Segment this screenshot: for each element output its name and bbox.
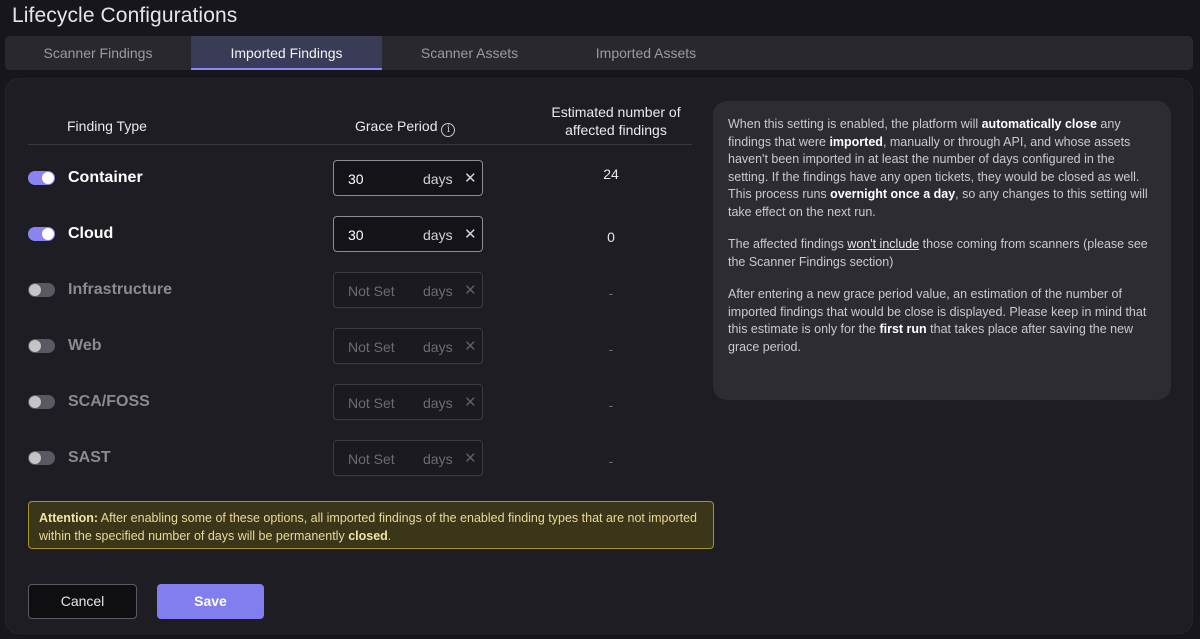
toggle-knob: [29, 396, 41, 408]
grace-unit: days: [423, 339, 453, 355]
grace-period-input-sca-foss[interactable]: Not Set days ✕: [333, 384, 483, 420]
estimate-cloud: 0: [607, 229, 615, 245]
grace-unit: days: [423, 395, 453, 411]
estimate-infrastructure: -: [608, 285, 614, 301]
row-cloud: Cloud 30 days ✕ 0: [6, 216, 706, 252]
help-paragraph-2: The affected findings won't include thos…: [728, 236, 1156, 271]
grace-placeholder[interactable]: Not Set: [348, 339, 395, 355]
row-label-sast: SAST: [68, 449, 111, 466]
toggle-knob: [29, 284, 41, 296]
help-panel: When this setting is enabled, the platfo…: [713, 101, 1171, 400]
toggle-cloud[interactable]: [28, 227, 55, 241]
row-label-sca-foss: SCA/FOSS: [68, 393, 150, 410]
grace-period-input-infrastructure[interactable]: Not Set days ✕: [333, 272, 483, 308]
toggle-sast[interactable]: [28, 451, 55, 465]
help-paragraph-3: After entering a new grace period value,…: [728, 286, 1156, 356]
header-finding-type: Finding Type: [67, 118, 147, 134]
estimate-web: -: [608, 341, 614, 357]
help-text: This process runs: [728, 187, 831, 201]
page-title: Lifecycle Configurations: [12, 4, 238, 27]
tab-imported-assets[interactable]: Imported Assets: [557, 36, 735, 70]
help-bold: first run: [879, 322, 927, 336]
help-paragraph-1: When this setting is enabled, the platfo…: [728, 116, 1156, 221]
help-bold: automatically close: [981, 117, 1097, 131]
attention-banner: Attention: After enabling some of these …: [28, 501, 714, 549]
grace-unit: days: [423, 451, 453, 467]
estimate-sca-foss: -: [608, 397, 614, 413]
tab-scanner-assets[interactable]: Scanner Assets: [382, 36, 557, 70]
row-label-container: Container: [68, 169, 143, 186]
attention-prefix: Attention:: [39, 511, 99, 525]
help-text: When this setting is enabled, the platfo…: [728, 117, 982, 131]
header-estimated: Estimated number of affected findings: [551, 104, 681, 138]
attention-bold: closed: [348, 529, 388, 543]
info-icon[interactable]: i: [441, 123, 456, 137]
help-underline: won't include: [847, 237, 920, 251]
grace-unit: days: [423, 171, 453, 187]
help-text: The affected findings: [728, 237, 848, 251]
tab-scanner-findings[interactable]: Scanner Findings: [5, 36, 191, 70]
grace-period-input-cloud[interactable]: 30 days ✕: [333, 216, 483, 252]
attention-suffix: .: [387, 529, 392, 543]
header-divider: [28, 144, 692, 145]
grace-unit: days: [423, 227, 453, 243]
header-grace-period: Grace Period i: [355, 118, 456, 137]
clear-icon[interactable]: ✕: [464, 393, 477, 411]
save-button[interactable]: Save: [157, 584, 264, 619]
toggle-knob: [42, 228, 54, 240]
toggle-knob: [29, 452, 41, 464]
grace-value[interactable]: 30: [348, 171, 364, 187]
header-grace-period-label: Grace Period: [355, 118, 438, 134]
estimate-container: 24: [603, 166, 619, 182]
row-sca-foss: SCA/FOSS Not Set days ✕ -: [6, 384, 706, 420]
grace-period-input-container[interactable]: 30 days ✕: [333, 160, 483, 196]
toggle-container[interactable]: [28, 171, 55, 185]
grace-unit: days: [423, 283, 453, 299]
grace-placeholder[interactable]: Not Set: [348, 283, 395, 299]
clear-icon[interactable]: ✕: [464, 337, 477, 355]
toggle-sca-foss[interactable]: [28, 395, 55, 409]
cancel-button[interactable]: Cancel: [28, 584, 137, 619]
grace-period-input-web[interactable]: Not Set days ✕: [333, 328, 483, 364]
tab-bar: Scanner Findings Imported Findings Scann…: [5, 36, 1193, 70]
toggle-infrastructure[interactable]: [28, 283, 55, 297]
row-sast: SAST Not Set days ✕ -: [6, 440, 706, 476]
clear-icon[interactable]: ✕: [464, 169, 477, 187]
toggle-knob: [29, 340, 41, 352]
grace-period-input-sast[interactable]: Not Set days ✕: [333, 440, 483, 476]
row-container: Container 30 days ✕ 24: [6, 160, 706, 196]
grace-placeholder[interactable]: Not Set: [348, 395, 395, 411]
clear-icon[interactable]: ✕: [464, 449, 477, 467]
grace-value[interactable]: 30: [348, 227, 364, 243]
settings-panel: Finding Type Grace Period i Estimated num…: [5, 78, 1193, 634]
estimate-sast: -: [608, 453, 614, 469]
help-bold: imported: [829, 134, 883, 149]
row-label-web: Web: [68, 337, 102, 354]
help-bold: overnight once a day: [830, 187, 956, 201]
grace-placeholder[interactable]: Not Set: [348, 451, 395, 467]
clear-icon[interactable]: ✕: [464, 225, 477, 243]
row-web: Web Not Set days ✕ -: [6, 328, 706, 364]
row-infrastructure: Infrastructure Not Set days ✕ -: [6, 272, 706, 308]
row-label-infrastructure: Infrastructure: [68, 281, 173, 298]
row-label-cloud: Cloud: [68, 225, 114, 242]
toggle-web[interactable]: [28, 339, 55, 353]
tab-imported-findings[interactable]: Imported Findings: [191, 36, 382, 70]
toggle-knob: [42, 172, 54, 184]
clear-icon[interactable]: ✕: [464, 281, 477, 299]
